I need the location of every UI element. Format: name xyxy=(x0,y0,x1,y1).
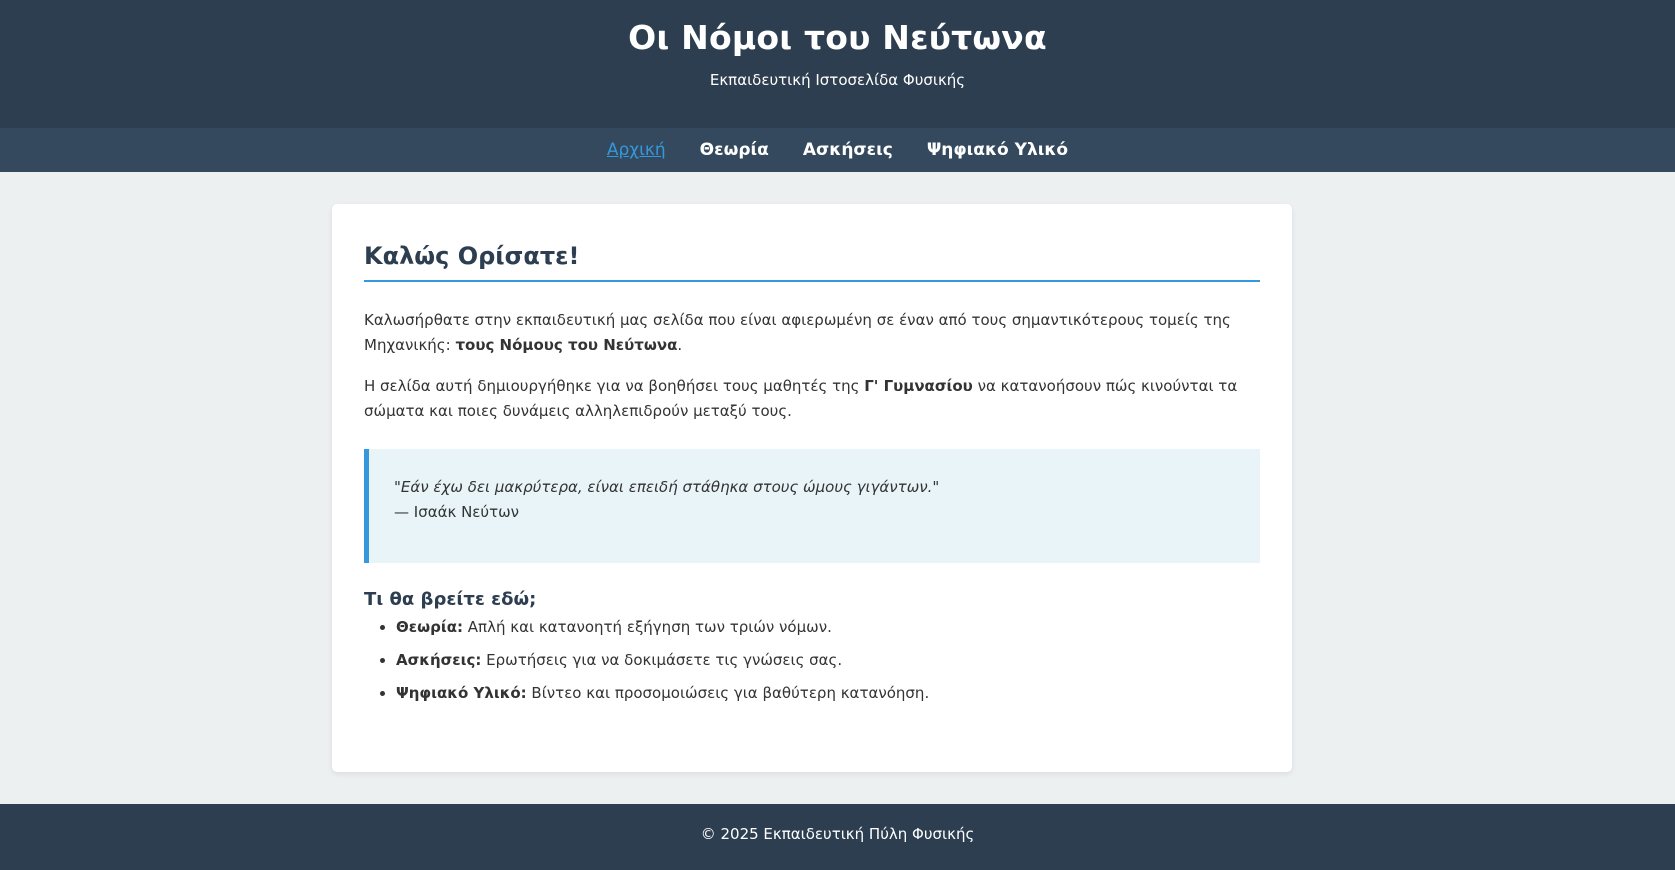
nav-home[interactable]: Αρχική xyxy=(607,140,666,160)
welcome-heading: Καλώς Ορίσατε! xyxy=(364,242,1260,282)
purpose-paragraph: Η σελίδα αυτή δημιουργήθηκε για να βοηθή… xyxy=(364,374,1260,424)
purpose-bold: Γ' Γυμνασίου xyxy=(864,377,973,395)
site-footer: © 2025 Εκπαιδευτική Πύλη Φυσικής xyxy=(0,804,1675,870)
features-list: Θεωρία: Απλή και κατανοητή εξήγηση των τ… xyxy=(364,616,1260,704)
welcome-card: Καλώς Ορίσατε! Καλωσήρθατε στην εκπαιδευ… xyxy=(332,204,1292,772)
feature-text: Απλή και κατανοητή εξήγηση των τριών νόμ… xyxy=(463,618,832,636)
main-content: Καλώς Ορίσατε! Καλωσήρθατε στην εκπαιδευ… xyxy=(0,172,1675,804)
feature-text: Ερωτήσεις για να δοκιμάσετε τις γνώσεις … xyxy=(481,651,843,669)
site-subtitle: Εκπαιδευτική Ιστοσελίδα Φυσικής xyxy=(709,71,966,89)
list-item: Ψηφιακό Υλικό: Βίντεο και προσομοιώσεις … xyxy=(396,682,1260,704)
nav-theory[interactable]: Θεωρία xyxy=(700,140,769,160)
quote-text: "Εάν έχω δει μακρύτερα, είναι επειδή στά… xyxy=(394,478,940,496)
site-header: Οι Νόμοι του Νεύτωνα Εκπαιδευτική Ιστοσε… xyxy=(0,0,1675,128)
nav-exercises[interactable]: Ασκήσεις xyxy=(803,140,893,160)
nav-digital-material[interactable]: Ψηφιακό Υλικό xyxy=(927,140,1068,160)
main-nav: Αρχική Θεωρία Ασκήσεις Ψηφιακό Υλικό xyxy=(0,128,1675,172)
feature-label: Ψηφιακό Υλικό: xyxy=(396,684,527,702)
footer-text: © 2025 Εκπαιδευτική Πύλη Φυσικής xyxy=(700,825,975,843)
feature-text: Βίντεο και προσομοιώσεις για βαθύτερη κα… xyxy=(526,684,930,702)
list-item: Θεωρία: Απλή και κατανοητή εξήγηση των τ… xyxy=(396,616,1260,638)
intro-end: . xyxy=(677,336,683,354)
quote-author: — Ισαάκ Νεύτων xyxy=(394,503,520,521)
feature-label: Θεωρία: xyxy=(396,618,464,636)
newton-quote: "Εάν έχω δει μακρύτερα, είναι επειδή στά… xyxy=(364,449,1260,563)
purpose-text: Η σελίδα αυτή δημιουργήθηκε για να βοηθή… xyxy=(364,377,865,395)
intro-paragraph: Καλωσήρθατε στην εκπαιδευτική μας σελίδα… xyxy=(364,308,1260,358)
site-title: Οι Νόμοι του Νεύτωνα xyxy=(628,18,1047,57)
features-heading: Τι θα βρείτε εδώ; xyxy=(364,589,537,610)
intro-bold: τους Νόμους του Νεύτωνα xyxy=(455,336,678,354)
list-item: Ασκήσεις: Ερωτήσεις για να δοκιμάσετε τι… xyxy=(396,649,1260,671)
feature-label: Ασκήσεις: xyxy=(396,651,482,669)
